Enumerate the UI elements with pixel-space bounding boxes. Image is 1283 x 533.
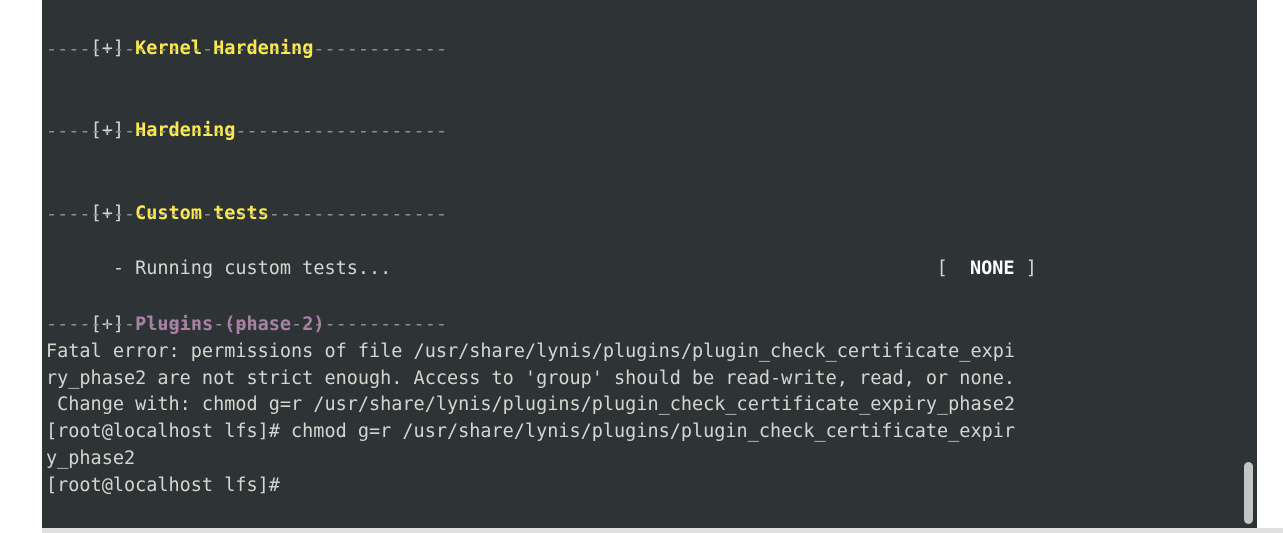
error-line: ry_phase2 are not strict enough. Access … [46, 368, 1016, 389]
separator-line: ------------------------------------ [46, 121, 447, 142]
window-bottom-edge [42, 528, 1283, 533]
error-line: Change with: chmod g=r /usr/share/lynis/… [46, 394, 1016, 415]
scrollbar-thumb[interactable] [1244, 462, 1253, 524]
section-header-hardening: [+] Hardening [46, 90, 236, 141]
command-line: y_phase2 [46, 448, 136, 469]
status-none: NONE [969, 258, 1015, 279]
section-header-custom-tests: [+] Custom tests [46, 173, 269, 224]
shell-prompt[interactable]: [root@localhost lfs]# [46, 472, 291, 499]
command-line: [root@localhost lfs]# chmod g=r /usr/sha… [46, 421, 1016, 442]
separator-line: ------------------------------------ [46, 314, 447, 335]
custom-tests-status: [ NONE ] [892, 228, 1037, 279]
custom-tests-line: - Running custom tests... [46, 228, 391, 279]
status-bracket-open: [ [936, 258, 948, 279]
custom-tests-text: - Running custom tests... [90, 258, 392, 279]
separator-line: ------------------------------------ [46, 204, 447, 225]
section-header-kernel-hardening: [+] Kernel Hardening [46, 8, 314, 59]
right-window-gutter [1257, 0, 1283, 533]
vertical-scrollbar[interactable] [1240, 0, 1257, 528]
terminal-output[interactable]: [+] Kernel Hardening -------------------… [42, 0, 1240, 528]
section-header-plugins-phase-2: [+] Plugins (phase 2) [46, 284, 325, 335]
error-line: Fatal error: permissions of file /usr/sh… [46, 341, 1016, 362]
left-window-gutter [0, 0, 42, 533]
status-bracket-close: ] [1025, 258, 1037, 279]
separator-line: ------------------------------------ [46, 39, 447, 60]
